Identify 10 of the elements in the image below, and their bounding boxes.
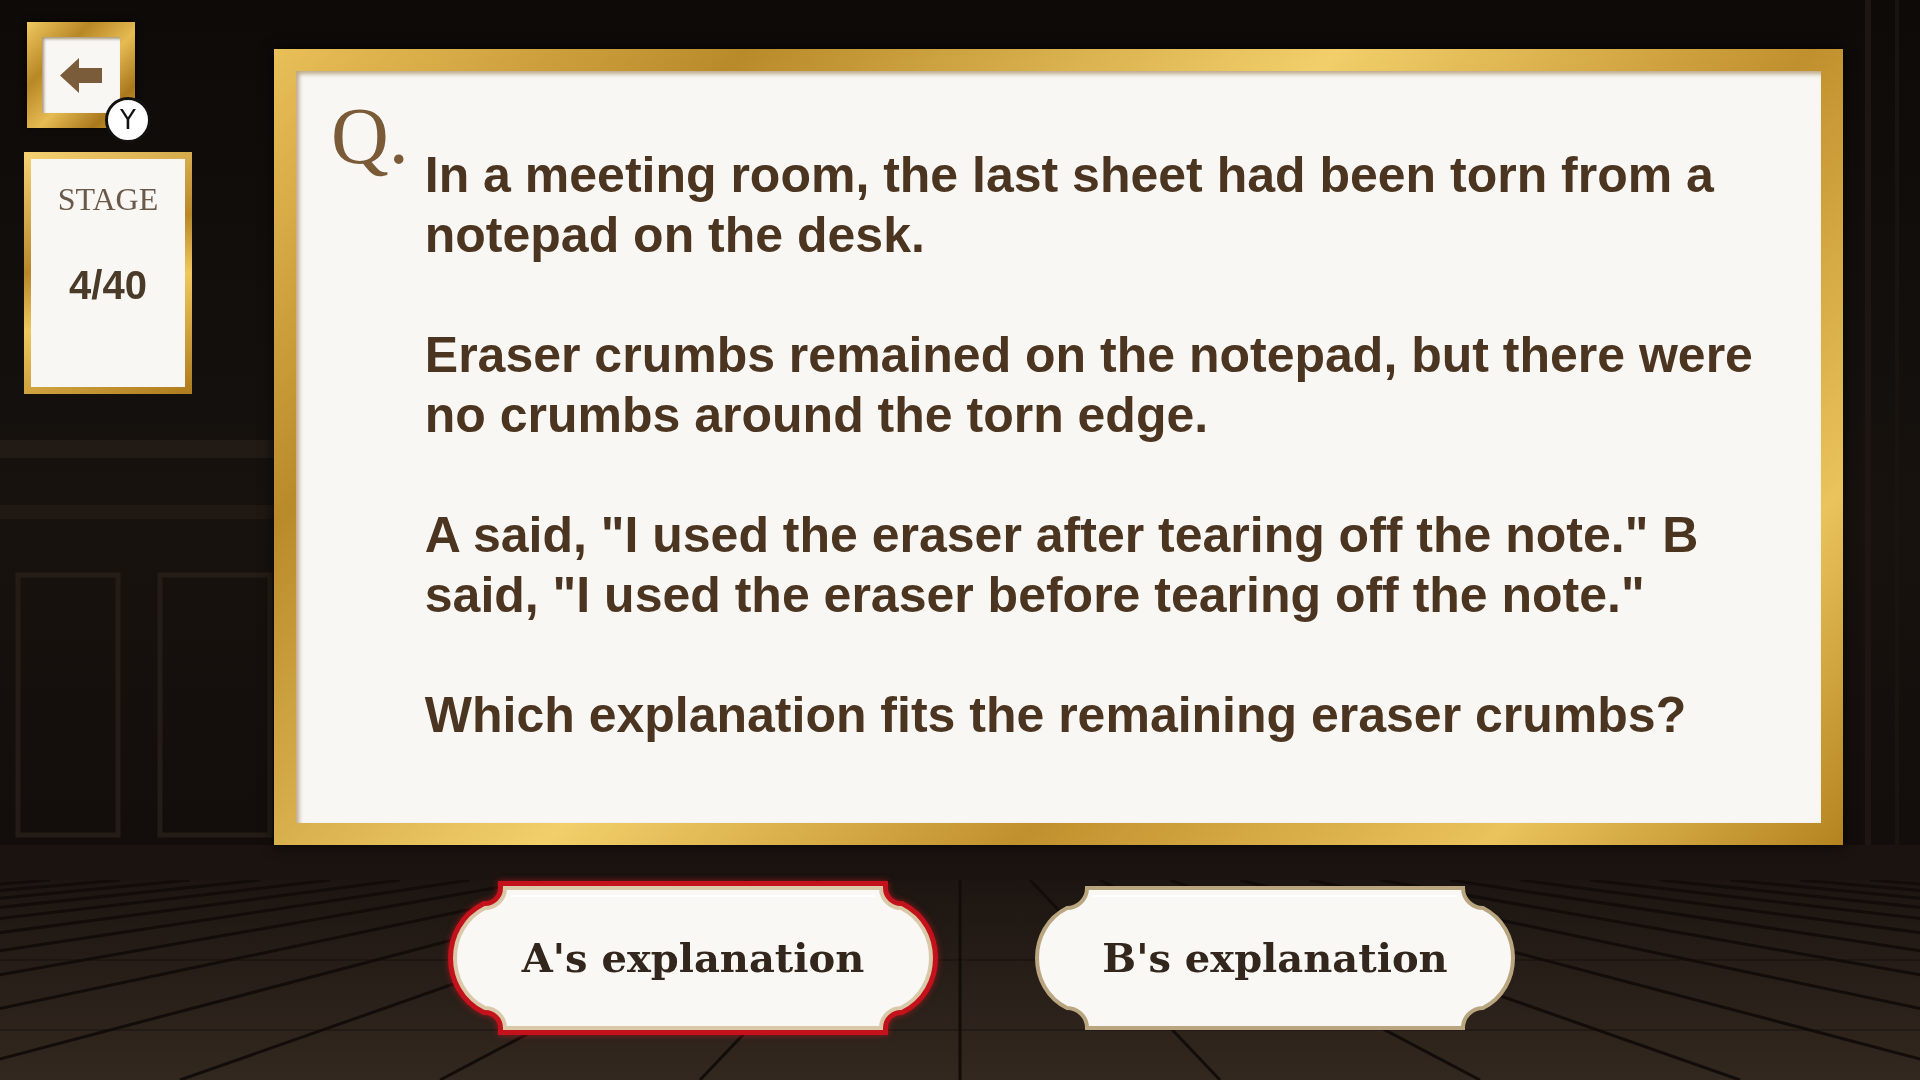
- question-paragraph: A said, "I used the eraser after tearing off the note." B said, "I used the eraser before tearing off the note.": [424, 506, 1700, 625]
- question-paragraph: Which explanation fits the remaining eraser crumbs?: [424, 686, 1688, 745]
- stage-counter: 4/40: [69, 265, 147, 305]
- arrow-left-icon: [60, 57, 102, 93]
- question-paragraph: Eraser crumbs remained on the notepad, but there were no crumbs around the torn edge.: [424, 326, 1754, 445]
- answer-button[interactable]: A's explanation: [445, 878, 941, 1038]
- stage-label: STAGE: [57, 183, 159, 215]
- back-button[interactable]: [27, 22, 135, 128]
- question-marker: Q.: [331, 96, 409, 176]
- question-paragraph: In a meeting room, the last sheet had been torn from a notepad on the desk.: [424, 146, 1715, 265]
